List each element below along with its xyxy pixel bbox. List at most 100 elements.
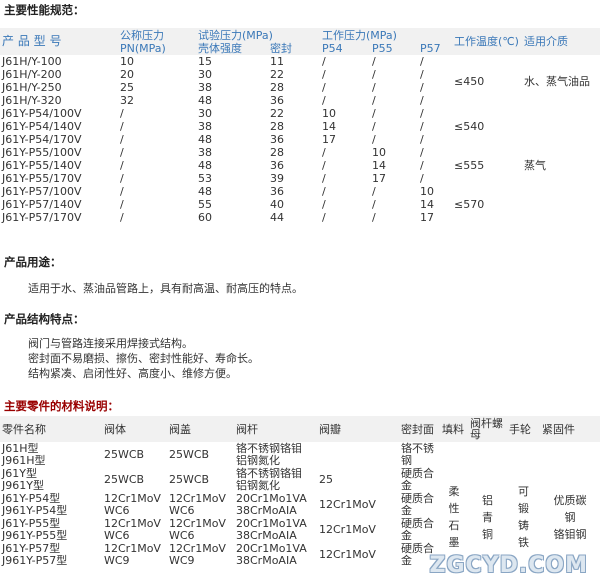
value-cell: 10 [420, 185, 434, 198]
value-cell: 14 [322, 120, 336, 133]
value-cell: / [420, 94, 424, 107]
value-cell: 36 [270, 133, 284, 146]
parts-header-bonnet: 阀盖 [167, 416, 234, 442]
parts-name-cell: J61Y-P55型 J961Y-P55型 [2, 516, 68, 542]
parts-seal-cell: 铬不锈 钢 [401, 441, 434, 467]
spec-table: 产 品 型 号 公称压力 试验压力(MPa) 工作压力(MPa) 工作温度(℃)… [0, 28, 600, 224]
value-cell: 48 [198, 185, 212, 198]
site-watermark: ZGCYD.COM [429, 553, 588, 578]
spec-row: J61Y-P57/100V/48 36//10 ≤570 [0, 185, 600, 211]
parts-header-disc: 阀瓣 [317, 416, 399, 442]
spec-section-title: 主要性能规范： [4, 3, 85, 17]
usage-section-title: 产品用途： [4, 255, 62, 269]
header-shell-strength: 壳体强度 [196, 42, 268, 55]
usage-text: 适用于水、蒸油品管路上，具有耐高温、耐高压的特点。 [28, 282, 303, 295]
value-cell: 44 [270, 211, 284, 224]
value-cell: 32 [120, 94, 134, 107]
value-cell: 36 [270, 94, 284, 107]
parts-bonnet-cell: 12Cr1MoV WC6 [169, 491, 226, 517]
structure-line-1: 阀门与管路连接采用焊接式结构。 [28, 337, 193, 350]
model-cell: J61Y-P54/140V [2, 120, 82, 133]
header-temperature: 工作温度(℃) [452, 28, 523, 55]
parts-row: J61Y型 J961Y型 25WCB 25WCB 铬不锈钢铬钼 铝钢氮化 25 硬质合 金… [0, 467, 600, 549]
value-cell: / [420, 159, 424, 172]
parts-header-body: 阀体 [102, 416, 167, 442]
value-cell: 28 [270, 146, 284, 159]
model-cell: J61H/Y-320 [2, 94, 62, 107]
model-cell: J61H/Y-250 [2, 81, 62, 94]
model-cell: J61Y-P55/170V [2, 172, 82, 185]
value-cell: / [372, 198, 376, 211]
model-cell: J61H/Y-100 [2, 55, 62, 68]
parts-bonnet-cell: 25WCB [169, 472, 210, 486]
parts-seal-cell: 硬质合 金 [401, 491, 434, 517]
parts-bonnet-cell: 12Cr1MoV WC9 [169, 541, 226, 567]
value-cell: 25 [120, 81, 134, 94]
value-cell: 14 [372, 159, 386, 172]
structure-line-2: 密封面不易磨损、擦伤、密封性能好、寿命长。 [28, 352, 259, 365]
model-cell: J61Y-P54/100V [2, 107, 82, 120]
stem-nut-cell-empty [468, 442, 507, 467]
header-pn: PN(MPa) [118, 42, 196, 55]
spec-table-body: J61H/Y-100 10 15 11// / ≤450 水、蒸气油品 J61H/Y-200 2… [0, 55, 600, 224]
header-seal: 密封 [268, 42, 320, 55]
header-working-pressure: 工作压力(MPa) [320, 28, 453, 42]
parts-body-cell: 25WCB [104, 472, 145, 486]
value-cell: / [120, 172, 124, 185]
model-cell: J61H/Y-200 [2, 68, 62, 81]
value-cell: / [322, 94, 326, 107]
stem-nut-cell: 铝 青 铜 [482, 493, 493, 541]
value-cell: 28 [270, 81, 284, 94]
header-nominal-pressure: 公称压力 [118, 28, 196, 42]
value-cell: / [120, 211, 124, 224]
packing-cell-empty [440, 442, 468, 467]
parts-name-cell: J61Y-P54型 J961Y-P54型 [2, 491, 68, 517]
value-cell: / [322, 159, 326, 172]
value-cell: / [120, 198, 124, 211]
value-cell: / [372, 81, 376, 94]
value-cell: 17 [420, 211, 434, 224]
value-cell: / [322, 81, 326, 94]
parts-name-cell: J61Y-P57型 J961Y-P57型 [2, 541, 68, 567]
medium-cell: 水、蒸气油品 [524, 74, 591, 88]
fastener-cell-empty [540, 442, 600, 467]
value-cell: 15 [198, 55, 212, 68]
value-cell: / [420, 81, 424, 94]
model-cell: J61Y-P55/140V [2, 159, 82, 172]
spec-row: J61Y-P55/100V / 38 28 / 10 / ≤555 蒸气 [0, 146, 600, 172]
value-cell: 28 [270, 120, 284, 133]
value-cell: / [120, 185, 124, 198]
value-cell: 53 [198, 172, 212, 185]
temperature-cell: ≤555 [454, 159, 485, 172]
value-cell: 38 [198, 146, 212, 159]
header-medium: 适用介质 [522, 28, 600, 55]
packing-cell: 柔 性 石 墨 [448, 485, 460, 549]
value-cell: / [372, 94, 376, 107]
value-cell: 36 [270, 159, 284, 172]
value-cell: 40 [270, 198, 284, 211]
parts-table-body: J61H型 J961H型 25WCB 25WCB 铬不锈钢铬钼 铝钢氮化 铬不锈 钢 J6… [0, 442, 600, 567]
value-cell: 11 [270, 55, 284, 68]
header-p54: P54 [320, 42, 370, 55]
value-cell: 55 [198, 198, 212, 211]
parts-bonnet-cell: 12Cr1MoV WC6 [169, 516, 226, 542]
value-cell: / [120, 133, 124, 146]
value-cell: 39 [270, 172, 284, 185]
value-cell: 20 [120, 68, 134, 81]
parts-disc-cell [317, 442, 399, 467]
parts-header-packing: 填料 [440, 416, 468, 442]
parts-stem-cell: 20Cr1Mo1VA 38CrMoAIA [236, 541, 307, 567]
parts-stem-cell: 20Cr1Mo1VA 38CrMoAIA [236, 491, 307, 517]
spec-row: J61H/Y-100 10 15 11// / ≤450 水、蒸气油品 [0, 55, 600, 88]
parts-body-cell: 12Cr1MoV WC6 [104, 491, 161, 517]
value-cell: 14 [420, 198, 434, 211]
value-cell: / [322, 172, 326, 185]
handwheel-cell-empty [507, 442, 540, 467]
model-cell: J61Y-P57/140V [2, 198, 82, 211]
header-test-pressure: 试验压力(MPa) [196, 28, 320, 42]
parts-name-cell: J61H型 J961H型 [2, 441, 46, 467]
parts-header-stem: 阀杆 [234, 416, 317, 442]
parts-body-cell: 25WCB [104, 447, 145, 461]
value-cell: 22 [270, 68, 284, 81]
header-p55: P55 [370, 42, 418, 55]
